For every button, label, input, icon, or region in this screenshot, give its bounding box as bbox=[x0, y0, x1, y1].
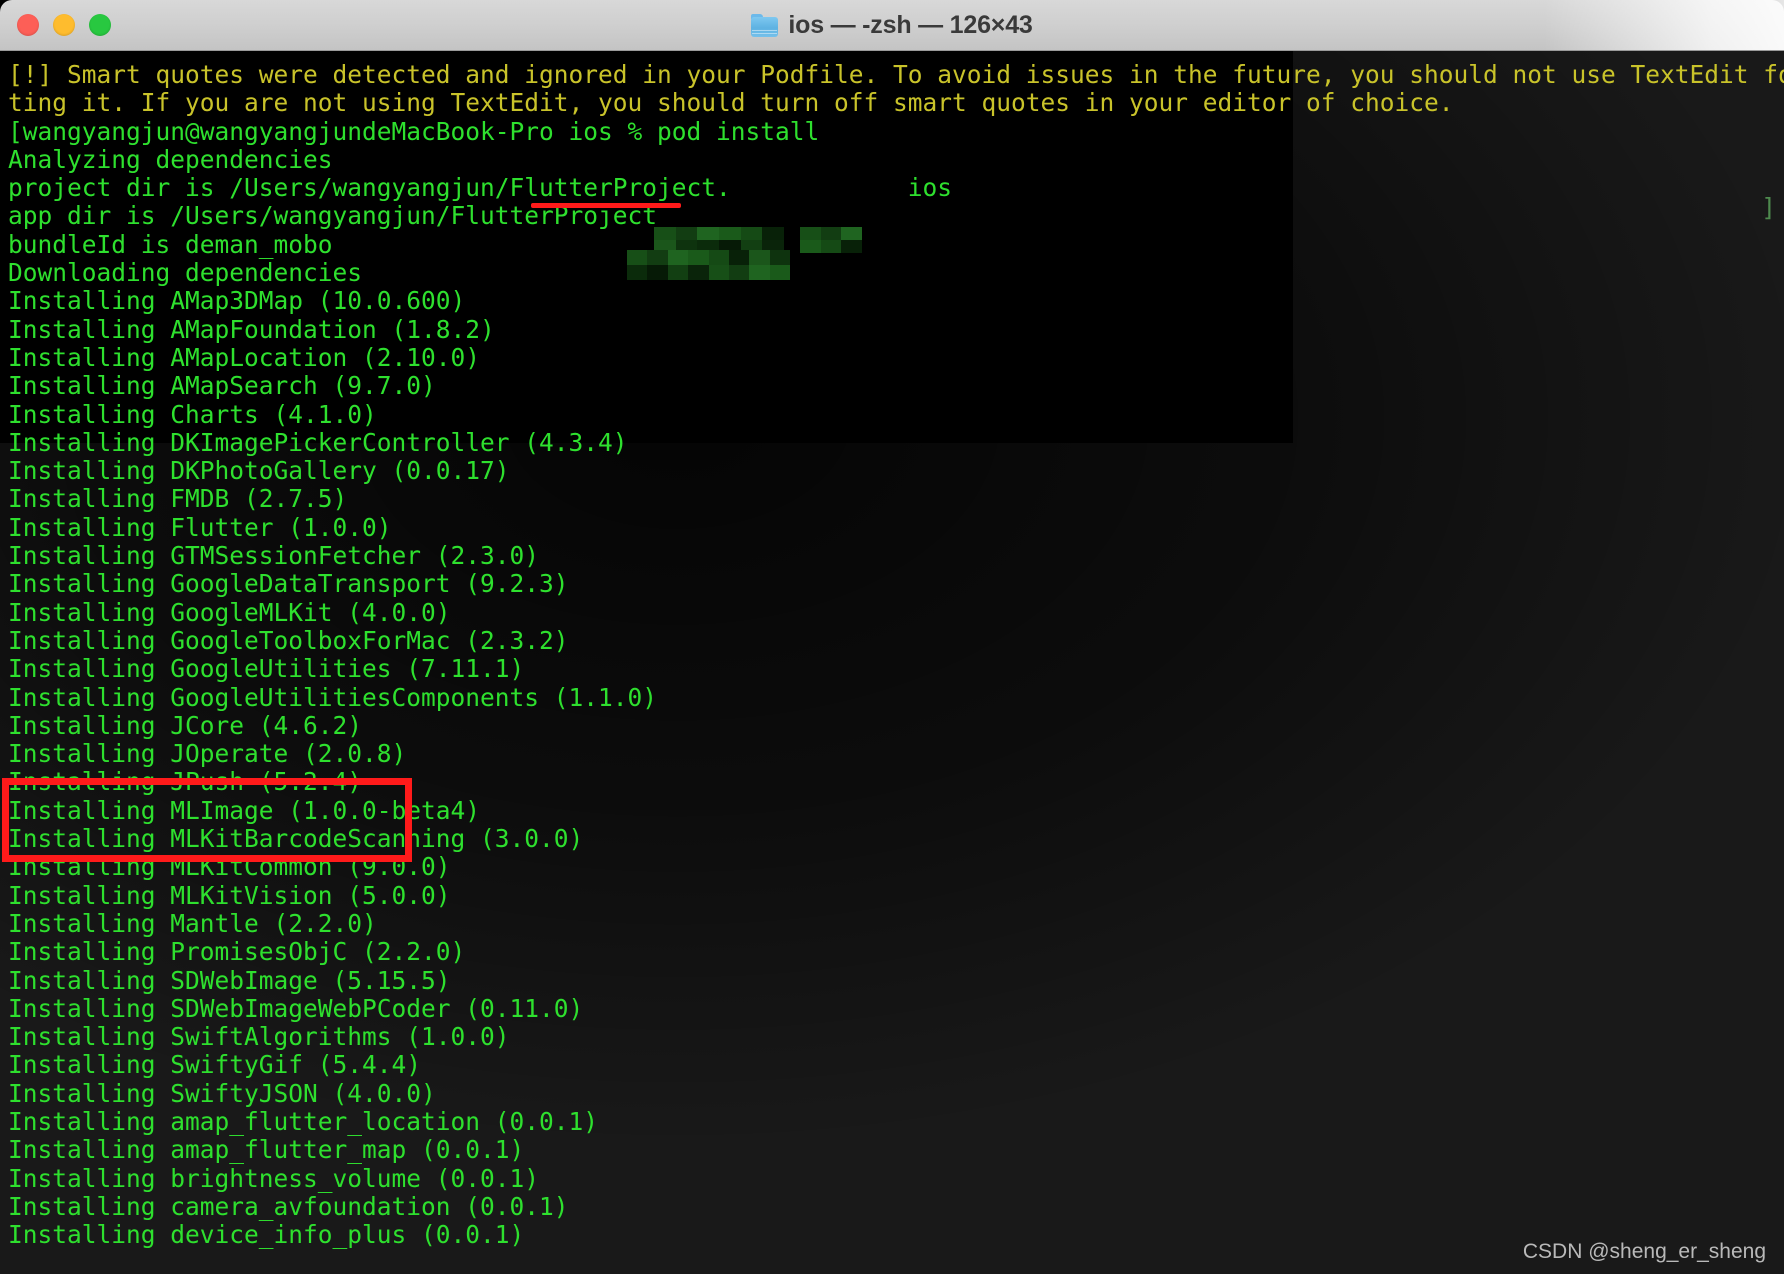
redaction-tile bbox=[820, 240, 842, 253]
output-app-dir: app dir is /Users/wangyangjun/FlutterPro… bbox=[8, 201, 658, 231]
install-line: Installing GoogleDataTransport (9.2.3) bbox=[8, 569, 569, 599]
redaction-tile bbox=[749, 250, 770, 265]
install-line: Installing Mantle (2.2.0) bbox=[8, 908, 377, 938]
redaction-tile bbox=[688, 250, 709, 265]
redaction-tile bbox=[841, 227, 862, 240]
install-line: Installing Flutter (1.0.0) bbox=[8, 512, 392, 542]
watermark: CSDN @sheng_er_sheng bbox=[1522, 1240, 1766, 1263]
install-line: Installing GoogleMLKit (4.0.0) bbox=[8, 597, 451, 627]
terminal-text-layer: [!] Smart quotes were detected and ignor… bbox=[0, 51, 1784, 1249]
install-line: Installing Charts (4.1.0) bbox=[8, 399, 377, 429]
install-line: Installing SwiftyJSON (4.0.0) bbox=[8, 1078, 436, 1108]
install-line: Installing device_info_plus (0.0.1) bbox=[8, 1220, 525, 1250]
redaction-tile bbox=[740, 227, 763, 240]
install-line: Installing FMDB (2.7.5) bbox=[8, 484, 348, 514]
redaction-tile bbox=[718, 227, 741, 240]
install-line: Installing GoogleUtilitiesComponents (1.… bbox=[8, 682, 658, 712]
install-line: Installing MLKitBarcodeScanning (3.0.0) bbox=[8, 824, 584, 854]
output-project-dir: project dir is /Users/wangyangjun/Flutte… bbox=[8, 174, 1784, 202]
install-line: Installing GoogleUtilities (7.11.1) bbox=[8, 654, 525, 684]
install-line: Installing GoogleToolboxForMac (2.3.2) bbox=[8, 625, 569, 655]
output-analyzing: Analyzing dependencies bbox=[8, 144, 333, 174]
redaction-tile bbox=[762, 227, 784, 240]
install-line: Installing JCore (4.6.2) bbox=[8, 710, 363, 740]
redaction-tile bbox=[820, 227, 842, 240]
redaction-tile bbox=[749, 265, 770, 280]
install-line: Installing SDWebImageWebPCoder (0.11.0) bbox=[8, 993, 584, 1023]
install-line: Installing amap_flutter_location (0.0.1) bbox=[8, 1106, 599, 1136]
redaction-tile bbox=[708, 265, 729, 280]
redaction-tile bbox=[728, 250, 750, 265]
install-line: Installing MLKitVision (5.0.0) bbox=[8, 880, 451, 910]
install-list: Installing AMap3DMap (10.0.600) Installin… bbox=[8, 287, 1784, 1249]
prompt-bracket: [ bbox=[8, 116, 23, 146]
project-dir-prefix: project dir is /Users/wangyangjun/Flutte… bbox=[8, 173, 731, 203]
redaction-tile bbox=[667, 250, 689, 265]
prompt-user-host: wangyangjun@wangyangjundeMacBook-Pro ios… bbox=[22, 116, 658, 146]
install-line: Installing AMap3DMap (10.0.600) bbox=[8, 286, 466, 316]
redaction-tile bbox=[627, 265, 648, 280]
maximize-button[interactable] bbox=[89, 14, 111, 36]
install-line: Installing AMapFoundation (1.8.2) bbox=[8, 314, 495, 344]
window-titlebar[interactable]: ios — -zsh — 126×43 bbox=[0, 0, 1784, 51]
redaction-tile bbox=[654, 227, 676, 240]
install-line: Installing MLImage (1.0.0-beta4) bbox=[8, 795, 481, 825]
window-title: ios — -zsh — 126×43 bbox=[751, 10, 1033, 40]
redaction-tile bbox=[688, 265, 709, 280]
redaction-tile bbox=[800, 240, 821, 253]
install-line: Installing brightness_volume (0.0.1) bbox=[8, 1163, 540, 1193]
redaction-tile bbox=[647, 265, 668, 280]
redaction-mosaic-app-dir bbox=[627, 250, 790, 280]
redaction-tile bbox=[728, 265, 750, 280]
install-line: Installing JPush (5.2.4) bbox=[8, 767, 363, 797]
prompt-line: [wangyangjun@wangyangjundeMacBook-Pro io… bbox=[8, 116, 1784, 146]
prompt-command: pod install bbox=[657, 116, 820, 146]
redaction-tile bbox=[769, 265, 790, 280]
redaction-tile bbox=[769, 250, 790, 265]
install-line: Installing AMapLocation (2.10.0) bbox=[8, 342, 481, 372]
install-line: Installing SDWebImage (5.15.5) bbox=[8, 965, 451, 995]
redaction-tile bbox=[841, 240, 862, 253]
prompt-wrap-bracket: ] bbox=[1761, 193, 1776, 222]
minimize-button[interactable] bbox=[53, 14, 75, 36]
install-line: Installing DKImagePickerController (4.3.… bbox=[8, 427, 628, 457]
redaction-tile bbox=[675, 227, 698, 240]
output-downloading: Downloading dependencies bbox=[8, 258, 363, 288]
install-line: Installing JOperate (2.0.8) bbox=[8, 739, 407, 769]
warning-line-2: ting it. If you are not using TextEdit, … bbox=[8, 88, 1454, 118]
redaction-mosaic-project-dir-2 bbox=[800, 227, 862, 253]
redaction-tile bbox=[647, 250, 668, 265]
install-line: Installing PromisesObjC (2.2.0) bbox=[8, 937, 466, 967]
command-underline-annotation bbox=[531, 203, 681, 208]
redaction-tile bbox=[627, 250, 648, 265]
redaction-tile bbox=[697, 227, 719, 240]
install-line: Installing AMapSearch (9.7.0) bbox=[8, 371, 436, 401]
redaction-tile bbox=[800, 227, 821, 240]
window-title-text: ios — -zsh — 126×43 bbox=[788, 10, 1033, 39]
traffic-light-buttons bbox=[17, 14, 111, 36]
install-line: Installing amap_flutter_map (0.0.1) bbox=[8, 1135, 525, 1165]
terminal-output-area[interactable]: [!] Smart quotes were detected and ignor… bbox=[0, 51, 1784, 1274]
install-line: Installing MLKitCommon (9.0.0) bbox=[8, 852, 451, 882]
project-dir-suffix: ios bbox=[907, 173, 953, 203]
output-bundle-id: bundleId is deman_mobo bbox=[8, 229, 333, 259]
install-line: Installing SwiftyGif (5.4.4) bbox=[8, 1050, 422, 1080]
terminal-window: ios — -zsh — 126×43 [!] Smart quotes wer… bbox=[0, 0, 1784, 1274]
redaction-tile bbox=[667, 265, 689, 280]
install-line: Installing GTMSessionFetcher (2.3.0) bbox=[8, 541, 540, 571]
redaction-tile bbox=[708, 250, 729, 265]
install-line: Installing DKPhotoGallery (0.0.17) bbox=[8, 456, 510, 486]
install-line: Installing SwiftAlgorithms (1.0.0) bbox=[8, 1022, 510, 1052]
warning-line-1: [!] Smart quotes were detected and ignor… bbox=[8, 60, 1784, 89]
close-button[interactable] bbox=[17, 14, 39, 36]
folder-icon bbox=[751, 13, 779, 37]
install-line: Installing camera_avfoundation (0.0.1) bbox=[8, 1191, 569, 1221]
